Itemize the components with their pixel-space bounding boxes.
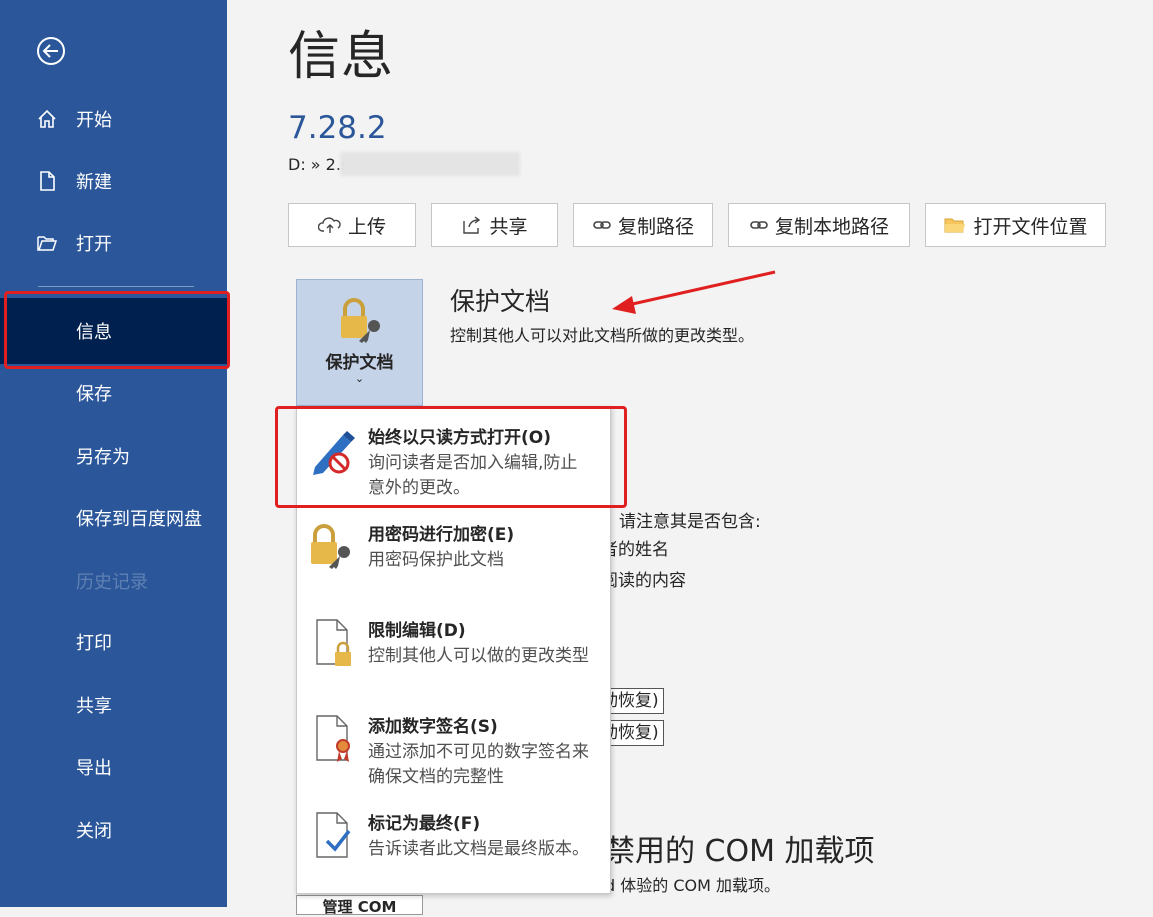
menu-item-title: 标记为最终(F) [368, 814, 481, 834]
page-title: 信息 [288, 27, 395, 87]
menu-encrypt-with-password[interactable]: 用密码进行加密(E) 用密码保护此文档 [297, 520, 610, 600]
digital-signature-icon [316, 715, 350, 762]
menu-item-title: 添加数字签名(S) [368, 717, 498, 737]
nav-share[interactable]: 共享 [0, 685, 227, 725]
nav-divider [38, 286, 194, 287]
nav-close[interactable]: 关闭 [0, 810, 227, 850]
open-file-location-button[interactable]: 打开文件位置 [925, 203, 1106, 247]
share-button[interactable]: 共享 [431, 203, 558, 247]
nav-label: 导出 [76, 758, 112, 779]
copy-local-path-label: 复制本地路径 [774, 215, 889, 238]
nav-label: 另存为 [76, 447, 130, 468]
nav-label: 关闭 [76, 821, 112, 842]
lock-key-icon [311, 524, 350, 569]
manage-com-button[interactable]: 管理 COM [296, 895, 423, 916]
lock-key-icon [341, 298, 380, 343]
upload-label: 上传 [347, 215, 386, 238]
nav-save-as[interactable]: 另存为 [0, 436, 227, 476]
cloud-upload-icon [317, 217, 341, 233]
menu-add-digital-signature[interactable]: 添加数字签名(S) 通过添加不可见的数字签名来确保文档的完整性 [297, 712, 610, 802]
nav-label: 共享 [76, 696, 112, 717]
nav-save[interactable]: 保存 [0, 373, 227, 413]
nav-label: 保存到百度网盘 [76, 509, 202, 530]
nav-home[interactable]: 开始 [0, 99, 227, 139]
nav-label: 新建 [76, 172, 112, 193]
link-icon [593, 221, 611, 229]
menu-item-title: 始终以只读方式打开(O) [368, 428, 551, 448]
menu-item-title: 用密码进行加密(E) [368, 525, 515, 545]
protect-document-description: 控制其他人可以对此文档所做的更改类型。 [450, 326, 755, 345]
upload-button[interactable]: 上传 [288, 203, 416, 247]
menu-item-description: 告诉读者此文档是最终版本。 [368, 839, 589, 859]
menu-mark-as-final[interactable]: 标记为最终(F) 告诉读者此文档是最终版本。 [297, 809, 610, 889]
menu-restrict-editing[interactable]: 限制编辑(D) 控制其他人可以做的更改类型 [297, 616, 610, 706]
nav-info[interactable]: 信息 [0, 298, 227, 364]
menu-item-description: 用密码保护此文档 [368, 550, 504, 570]
mark-final-icon [316, 812, 351, 858]
menu-item-description: 控制其他人可以做的更改类型 [368, 646, 589, 666]
menu-item-description: 通过添加不可见的数字签名来确保文档的完整性 [368, 742, 589, 787]
share-icon [463, 216, 481, 234]
inspect-item-read: 阅读的内容 [601, 571, 686, 591]
document-name: 7.28.2 [288, 110, 387, 146]
path-redaction [340, 152, 520, 176]
nav-label: 打印 [76, 633, 112, 654]
protect-document-menu: 始终以只读方式打开(O) 询问读者是否加入编辑,防止意外的更改。 用密码进行加密… [296, 406, 611, 894]
protect-document-button[interactable]: 保护文档 ⌄ [296, 279, 423, 406]
protect-document-tile-label: 保护文档 [325, 353, 394, 373]
menu-item-title: 限制编辑(D) [368, 621, 466, 641]
folder-icon [944, 218, 966, 233]
menu-always-open-read-only[interactable]: 始终以只读方式打开(O) 询问读者是否加入编辑,防止意外的更改。 [297, 423, 610, 503]
com-addins-heading: 禁用的 COM 加载项 [605, 834, 875, 869]
inspect-note: 请注意其是否包含: [619, 512, 761, 532]
share-label: 共享 [489, 215, 528, 238]
back-arrow-icon[interactable] [36, 36, 66, 66]
nav-label: 历史记录 [76, 572, 148, 593]
copy-path-label: 复制路径 [617, 215, 694, 238]
protect-document-heading: 保护文档 [450, 287, 551, 316]
nav-history: 历史记录 [0, 561, 227, 601]
nav-save-to-baidu[interactable]: 保存到百度网盘 [0, 498, 227, 538]
nav-new[interactable]: 新建 [0, 161, 227, 201]
nav-open[interactable]: 打开 [0, 223, 227, 263]
copy-local-path-button[interactable]: 复制本地路径 [728, 203, 910, 247]
open-folder-icon [36, 232, 58, 254]
copy-path-button[interactable]: 复制路径 [573, 203, 713, 247]
link-icon [750, 221, 768, 229]
menu-item-description: 询问读者是否加入编辑,防止意外的更改。 [368, 453, 578, 498]
open-file-location-label: 打开文件位置 [973, 215, 1088, 238]
nav-export[interactable]: 导出 [0, 747, 227, 787]
home-icon [36, 108, 58, 130]
inspect-item-author: 者的姓名 [601, 540, 669, 560]
nav-label: 打开 [76, 234, 112, 255]
nav-print[interactable]: 打印 [0, 622, 227, 662]
restrict-editing-icon [316, 619, 351, 666]
nav-label: 保存 [76, 384, 112, 405]
com-addins-description: d 体验的 COM 加载项。 [605, 876, 780, 895]
chevron-down-icon: ⌄ [354, 372, 365, 385]
nav-label: 信息 [76, 322, 112, 343]
nav-label: 开始 [76, 110, 112, 131]
new-document-icon [36, 170, 58, 192]
read-only-pencil-icon [313, 431, 355, 475]
backstage-sidebar: 开始 新建 打开 信息 保存 另存为 保存到百度网盘 历史记录 打印 共享 导出… [0, 0, 227, 907]
